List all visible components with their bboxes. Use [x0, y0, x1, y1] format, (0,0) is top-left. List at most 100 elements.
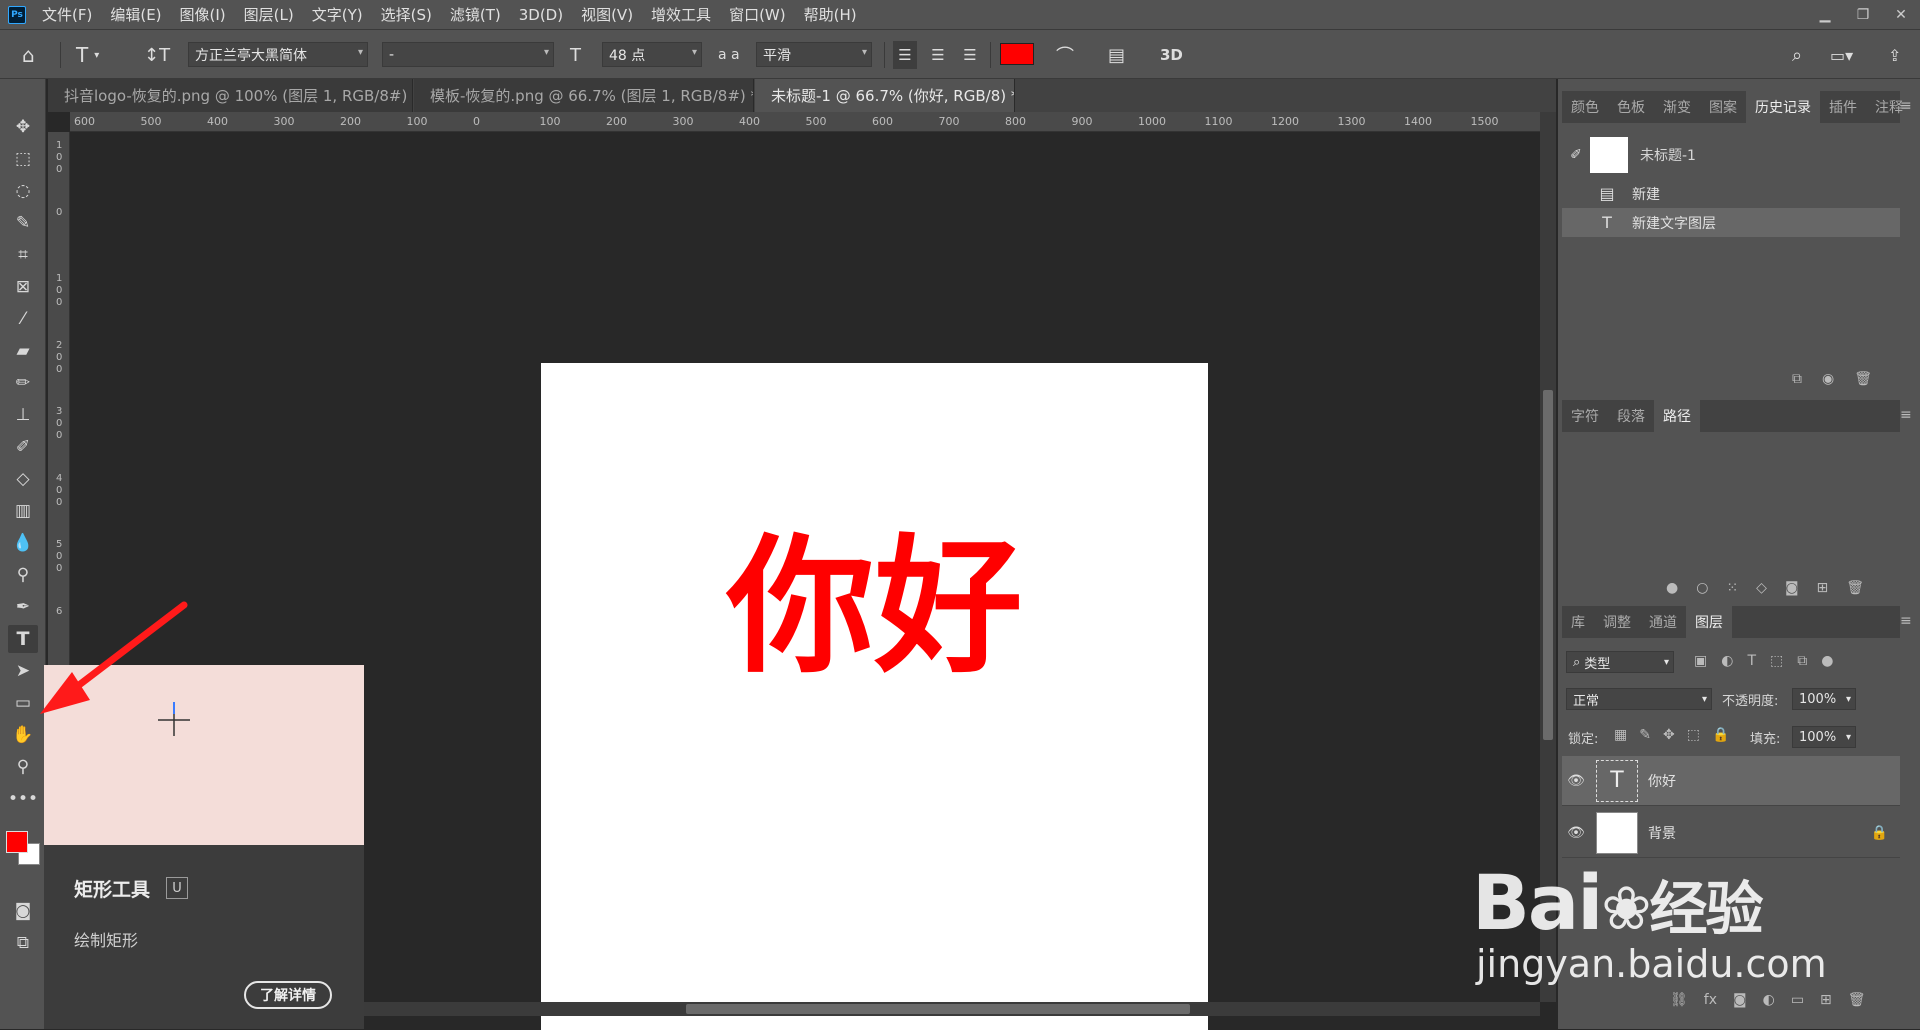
new-group-icon[interactable]: ▭ — [1791, 992, 1804, 1008]
opacity-input[interactable]: 100% ▾ — [1792, 688, 1856, 710]
lock-artboard-icon[interactable]: ⬚ — [1687, 727, 1700, 743]
scroll-thumb[interactable] — [686, 1004, 1190, 1014]
menu-view[interactable]: 视图(V) — [581, 4, 633, 25]
font-style-select[interactable]: - ▾ — [382, 42, 554, 67]
tab-channels[interactable]: 通道 — [1640, 606, 1686, 638]
layer-filter-select[interactable]: ⌕ 类型 ▾ — [1566, 651, 1674, 673]
trash-icon[interactable]: 🗑 — [1854, 371, 1872, 387]
menu-image[interactable]: 图像(I) — [180, 4, 226, 25]
tab-template[interactable]: 模板-恢复的.png @ 66.7% (图层 1, RGB/8#) *✕ — [414, 79, 754, 112]
panel-menu-icon[interactable]: ≡ — [1900, 407, 1916, 427]
align-left-icon[interactable]: ☰ — [893, 41, 917, 69]
pen-tool-icon[interactable]: ✒ — [8, 593, 38, 621]
new-path-icon[interactable]: ⊞ — [1817, 580, 1829, 596]
antialias-select[interactable]: 平滑 ▾ — [756, 42, 872, 67]
tab-layers[interactable]: 图层 — [1686, 606, 1732, 638]
history-item[interactable]: ▤ 新建 — [1562, 179, 1900, 208]
frame-tool-icon[interactable]: ⊠ — [8, 273, 38, 301]
history-item[interactable]: T 新建文字图层 — [1562, 208, 1900, 237]
type-tool-preset-icon[interactable]: T ▾ — [76, 41, 99, 69]
add-mask-icon[interactable]: ◙ — [1785, 580, 1799, 596]
menu-filter[interactable]: 滤镜(T) — [450, 4, 501, 25]
path-select-tool-icon[interactable]: ➤ — [8, 657, 38, 685]
menu-help[interactable]: 帮助(H) — [804, 4, 857, 25]
blur-tool-icon[interactable]: 💧 — [8, 529, 38, 557]
horizontal-scrollbar[interactable] — [364, 1002, 1540, 1016]
filter-pixel-icon[interactable]: ▣ — [1694, 653, 1707, 669]
scroll-thumb[interactable] — [1543, 390, 1553, 740]
canvas-text-layer[interactable]: 你好 — [541, 533, 1208, 681]
close-icon[interactable]: ✕ — [1882, 0, 1920, 29]
history-brush-source-icon[interactable]: ✐ — [1562, 147, 1590, 163]
3d-button[interactable]: 3D — [1160, 41, 1183, 69]
menu-select[interactable]: 选择(S) — [381, 4, 432, 25]
filter-toggle-icon[interactable]: ● — [1821, 653, 1833, 669]
foreground-color-swatch[interactable] — [6, 831, 28, 853]
visibility-eye-icon[interactable]: 👁 — [1562, 825, 1590, 841]
tab-plugins[interactable]: 插件 — [1820, 91, 1866, 123]
tab-gradients[interactable]: 渐变 — [1654, 91, 1700, 123]
make-work-path-icon[interactable]: ◇ — [1756, 580, 1767, 596]
type-tool-icon[interactable]: T — [8, 625, 38, 653]
marquee-tool-icon[interactable]: ⬚ — [8, 145, 38, 173]
gradient-tool-icon[interactable]: ▥ — [8, 497, 38, 525]
tab-paragraph[interactable]: 段落 — [1608, 400, 1654, 432]
share-icon[interactable]: ⇪ — [1888, 41, 1901, 69]
tab-untitled[interactable]: 未标题-1 @ 66.7% (你好, RGB/8) *✕ — [755, 79, 1015, 112]
new-layer-icon[interactable]: ⊞ — [1820, 992, 1832, 1008]
quick-mask-icon[interactable]: ◙ — [8, 897, 38, 925]
document-canvas[interactable]: 你好 — [541, 363, 1208, 1030]
quick-select-tool-icon[interactable]: ✎ — [8, 209, 38, 237]
history-snapshot[interactable]: ✐ 未标题-1 — [1562, 133, 1900, 177]
tab-paths[interactable]: 路径 — [1654, 400, 1700, 432]
trash-icon[interactable]: 🗑 — [1846, 580, 1864, 596]
brush-tool-icon[interactable]: ✏ — [8, 369, 38, 397]
menu-window[interactable]: 窗口(W) — [729, 4, 786, 25]
eraser-tool-icon[interactable]: ◇ — [8, 465, 38, 493]
text-color-swatch[interactable] — [1000, 43, 1034, 65]
fx-icon[interactable]: fx — [1704, 992, 1717, 1008]
link-layers-icon[interactable]: ⛓ — [1670, 992, 1688, 1008]
filter-type-icon[interactable]: T — [1747, 653, 1756, 669]
menu-plugins[interactable]: 增效工具 — [651, 4, 711, 25]
hand-tool-icon[interactable]: ✋ — [8, 721, 38, 749]
rectangle-tool-icon[interactable]: ▭ — [8, 689, 38, 717]
tab-swatches[interactable]: 色板 — [1608, 91, 1654, 123]
stamp-tool-icon[interactable]: ⊥ — [8, 401, 38, 429]
lock-position-icon[interactable]: ✥ — [1663, 727, 1675, 743]
filter-shape-icon[interactable]: ⬚ — [1770, 653, 1783, 669]
new-document-from-state-icon[interactable]: ⧉ — [1792, 371, 1802, 387]
character-panel-icon[interactable]: ▤ — [1108, 41, 1125, 69]
filter-adjustment-icon[interactable]: ◐ — [1721, 653, 1733, 669]
eyedropper-tool-icon[interactable]: ⁄ — [8, 305, 38, 333]
text-orientation-icon[interactable]: ↕T — [144, 41, 170, 69]
adjustment-layer-icon[interactable]: ◐ — [1763, 992, 1775, 1008]
crop-tool-icon[interactable]: ⌗ — [8, 241, 38, 269]
lock-all-icon[interactable]: 🔒 — [1712, 727, 1729, 743]
tab-character[interactable]: 字符 — [1562, 400, 1608, 432]
dodge-tool-icon[interactable]: ⚲ — [8, 561, 38, 589]
fill-path-icon[interactable]: ● — [1666, 580, 1678, 596]
load-selection-icon[interactable]: ⁙ — [1726, 580, 1738, 596]
move-tool-icon[interactable]: ✥ — [8, 113, 38, 141]
screen-mode-icon[interactable]: ⧉ — [8, 929, 38, 957]
blend-mode-select[interactable]: 正常 ▾ — [1566, 688, 1712, 710]
home-icon[interactable]: ⌂ — [22, 41, 48, 69]
font-family-select[interactable]: 方正兰亭大黑简体 ▾ — [188, 42, 368, 67]
layer-row[interactable]: 👁 背景 🔒 — [1562, 808, 1900, 858]
align-center-icon[interactable]: ☰ — [926, 41, 950, 69]
menu-file[interactable]: 文件(F) — [42, 4, 92, 25]
tab-history[interactable]: 历史记录 — [1746, 91, 1820, 123]
font-size-select[interactable]: 48 点 ▾ — [602, 42, 702, 67]
tab-douyin-logo[interactable]: 抖音logo-恢复的.png @ 100% (图层 1, RGB/8#) *✕ — [48, 79, 413, 112]
restore-icon[interactable]: ❐ — [1844, 0, 1882, 29]
panel-menu-icon[interactable]: ≡ — [1900, 98, 1916, 118]
history-brush-tool-icon[interactable]: ✐ — [8, 433, 38, 461]
stroke-path-icon[interactable]: ○ — [1696, 580, 1708, 596]
menu-3d[interactable]: 3D(D) — [519, 6, 563, 24]
healing-brush-tool-icon[interactable]: ▰ — [8, 337, 38, 365]
zoom-tool-icon[interactable]: ⚲ — [8, 753, 38, 781]
visibility-eye-icon[interactable]: 👁 — [1562, 773, 1590, 789]
tab-libraries[interactable]: 库 — [1562, 606, 1594, 638]
tab-color[interactable]: 颜色 — [1562, 91, 1608, 123]
